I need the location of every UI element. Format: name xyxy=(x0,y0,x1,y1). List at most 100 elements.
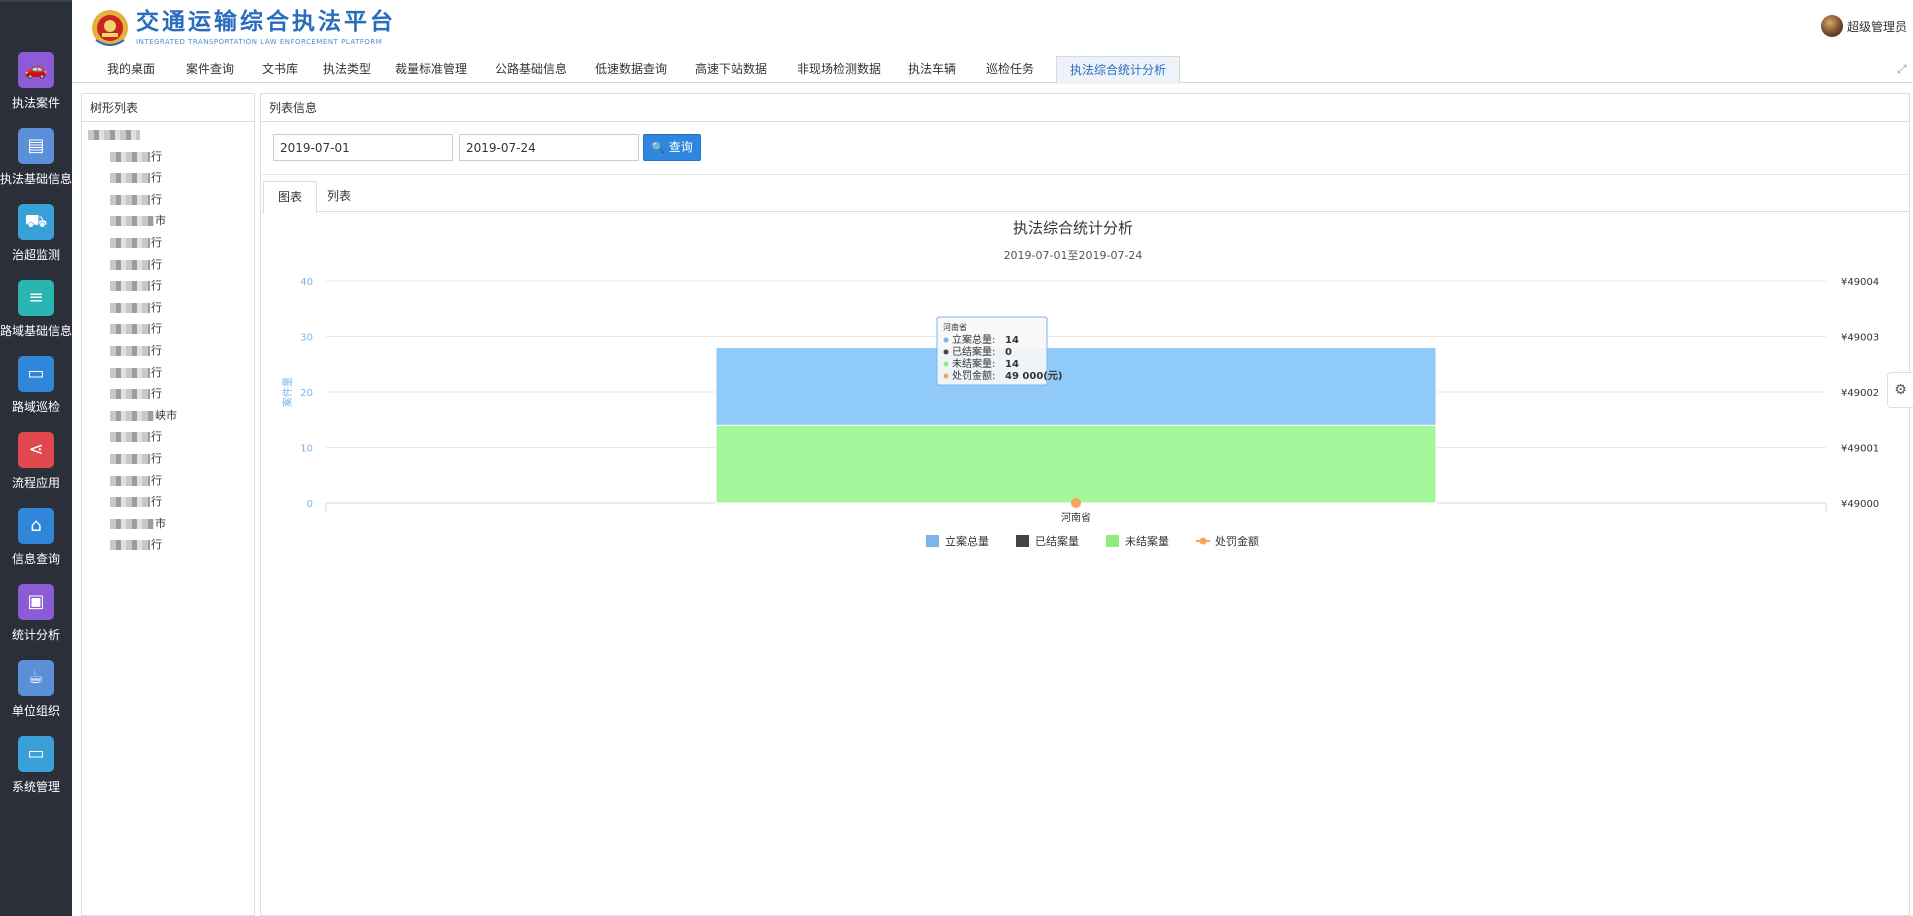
tree-node-label: 行 xyxy=(151,279,162,293)
tooltip-marker xyxy=(943,349,949,355)
user-menu[interactable]: 超级管理员 xyxy=(1820,14,1907,38)
y-tick-label: 20 xyxy=(300,388,313,399)
tree-node[interactable]: 行 xyxy=(110,472,162,490)
query-button[interactable]: 🔍 查询 xyxy=(643,134,701,161)
legend-item[interactable]: 已结案量 xyxy=(1016,534,1079,548)
tooltip-marker xyxy=(943,361,949,367)
sidebar-item[interactable]: ⛟ 治超监测 xyxy=(0,204,72,280)
legend-marker xyxy=(1199,537,1207,545)
sidebar-item[interactable]: ▣ 统计分析 xyxy=(0,584,72,660)
tree-node-label: 行 xyxy=(151,387,162,401)
tree-node[interactable]: 行 xyxy=(110,493,162,511)
nav-tab[interactable]: 巡检任务 xyxy=(972,56,1048,83)
tree-node[interactable] xyxy=(88,126,141,144)
tree-node[interactable]: 行 xyxy=(110,256,162,274)
main-panel: 列表信息 🔍 查询 图表列表 执法综合统计分析 2019-07-01至2019-0… xyxy=(260,93,1910,916)
nav-tab[interactable]: 文书库 xyxy=(250,56,310,83)
tree-node[interactable]: 行 xyxy=(110,169,162,187)
tooltip-series-name: 未结案量: xyxy=(952,357,995,370)
user-name[interactable]: 超级管理员 xyxy=(1847,18,1907,35)
tree-node[interactable]: 行 xyxy=(110,277,162,295)
legend-item[interactable]: 未结案量 xyxy=(1106,534,1169,548)
tooltip-series-value: 0 xyxy=(1005,347,1012,358)
legend-label: 未结案量 xyxy=(1125,534,1169,548)
nav-tab[interactable]: 我的桌面 xyxy=(96,56,166,83)
tooltip-marker xyxy=(943,373,949,379)
bar-open xyxy=(715,424,1437,504)
query-button-label: 查询 xyxy=(668,140,693,154)
sidebar-item[interactable]: ⋖ 流程应用 xyxy=(0,432,72,508)
tree-node[interactable]: 行 xyxy=(110,320,162,338)
tree-node-label: 峡市 xyxy=(155,408,177,422)
tree-node[interactable]: 行 xyxy=(110,385,162,403)
tooltip-series-name: 处罚金额: xyxy=(952,369,995,382)
nav-tab[interactable]: 执法综合统计分析 xyxy=(1056,56,1180,84)
tree-node-label: 行 xyxy=(151,300,162,314)
sidebar-item[interactable]: ⌂ 信息查询 xyxy=(0,508,72,584)
redacted-text xyxy=(110,475,150,486)
view-tab[interactable]: 图表 xyxy=(263,181,318,214)
monitor-icon: ▭ xyxy=(18,356,54,392)
legend-swatch xyxy=(926,535,939,547)
sidebar-item[interactable]: ☕ 单位组织 xyxy=(0,660,72,736)
sidebar-item[interactable]: ▤ 执法基础信息 xyxy=(0,128,72,204)
tooltip-series-value: 49 000(元) xyxy=(1005,370,1062,382)
id-card-icon: ▤ xyxy=(18,128,54,164)
nav-tab[interactable]: 案件查询 xyxy=(176,56,244,83)
settings-gear-icon[interactable]: ⚙ xyxy=(1887,372,1913,408)
tree-node-label: 行 xyxy=(151,473,162,487)
tree-node[interactable]: 行 xyxy=(110,428,162,446)
tree-node[interactable]: 行 xyxy=(110,536,162,554)
bar-total xyxy=(715,347,1437,426)
penalty-point xyxy=(1071,498,1081,508)
tree-node[interactable]: 行 xyxy=(110,450,162,468)
tree-node-label: 市 xyxy=(155,516,166,530)
nav-tab[interactable]: 高速下站数据 xyxy=(684,56,778,83)
tree-node-label: 行 xyxy=(151,236,162,249)
sidebar-item-label: 路域巡检 xyxy=(11,400,60,414)
monitor-icon: ▭ xyxy=(18,736,54,772)
nav-tabs: ⤢ 我的桌面 案件查询 文书库 执法类型 裁量标准管理 公路基础信息 低速数据查询 高速下站数… xyxy=(72,56,1913,84)
tree-node[interactable]: 市 xyxy=(110,515,166,533)
redacted-text xyxy=(110,389,150,400)
tree-node[interactable]: 行 xyxy=(110,234,162,252)
y-tick-label: 10 xyxy=(300,444,313,455)
legend-item[interactable]: 立案总量 xyxy=(926,534,989,548)
sidebar-item[interactable]: 🚗 执法案件 xyxy=(0,52,72,128)
nav-tab[interactable]: 执法类型 xyxy=(316,56,378,83)
nav-tab[interactable]: 公路基础信息 xyxy=(484,56,578,83)
tree-node-label: 行 xyxy=(151,495,162,509)
nav-tab[interactable]: 裁量标准管理 xyxy=(384,56,478,83)
tree-node[interactable]: 行 xyxy=(110,342,162,360)
x-tick-label: 河南省 xyxy=(1061,511,1091,524)
sidebar-item[interactable]: ≡ 路域基础信息 xyxy=(0,280,72,356)
legend-label: 已结案量 xyxy=(1035,534,1079,548)
view-tabs: 图表 列表 xyxy=(261,174,1909,214)
chip-icon: ▣ xyxy=(18,584,54,620)
sidebar-item-label: 流程应用 xyxy=(11,476,60,490)
chart-subtitle: 2019-07-01至2019-07-24 xyxy=(1004,249,1143,262)
sidebar-item[interactable]: ▭ 路域巡检 xyxy=(0,356,72,432)
tree-node[interactable]: 行 xyxy=(110,299,162,317)
tree-node[interactable]: 行 xyxy=(110,191,162,209)
tree-node[interactable]: 市 xyxy=(110,212,166,230)
redacted-text xyxy=(110,324,150,335)
fullscreen-icon[interactable]: ⤢ xyxy=(1897,62,1911,76)
tree-node[interactable]: 行 xyxy=(110,148,162,166)
start-date-input[interactable] xyxy=(273,134,453,161)
platform-title: 交通运输综合执法平台 xyxy=(136,8,396,35)
nav-tab[interactable]: 非现场检测数据 xyxy=(784,56,894,83)
tree-node[interactable]: 行 xyxy=(110,364,162,382)
nav-tab[interactable]: 执法车辆 xyxy=(900,56,964,83)
avatar[interactable] xyxy=(1820,15,1843,37)
end-date-input[interactable] xyxy=(459,134,639,161)
legend-item[interactable]: 处罚金额 xyxy=(1196,534,1259,548)
nav-tab[interactable]: 低速数据查询 xyxy=(584,56,678,83)
tree-node[interactable]: 峡市 xyxy=(110,407,177,425)
tree-node-label: 行 xyxy=(151,430,162,444)
coffee-icon: ☕ xyxy=(18,660,54,696)
bath-icon: ⌂ xyxy=(18,508,54,544)
legend-swatch xyxy=(1016,535,1029,547)
sidebar-item[interactable]: ▭ 系统管理 xyxy=(0,736,72,812)
view-tab[interactable]: 列表 xyxy=(313,181,365,213)
